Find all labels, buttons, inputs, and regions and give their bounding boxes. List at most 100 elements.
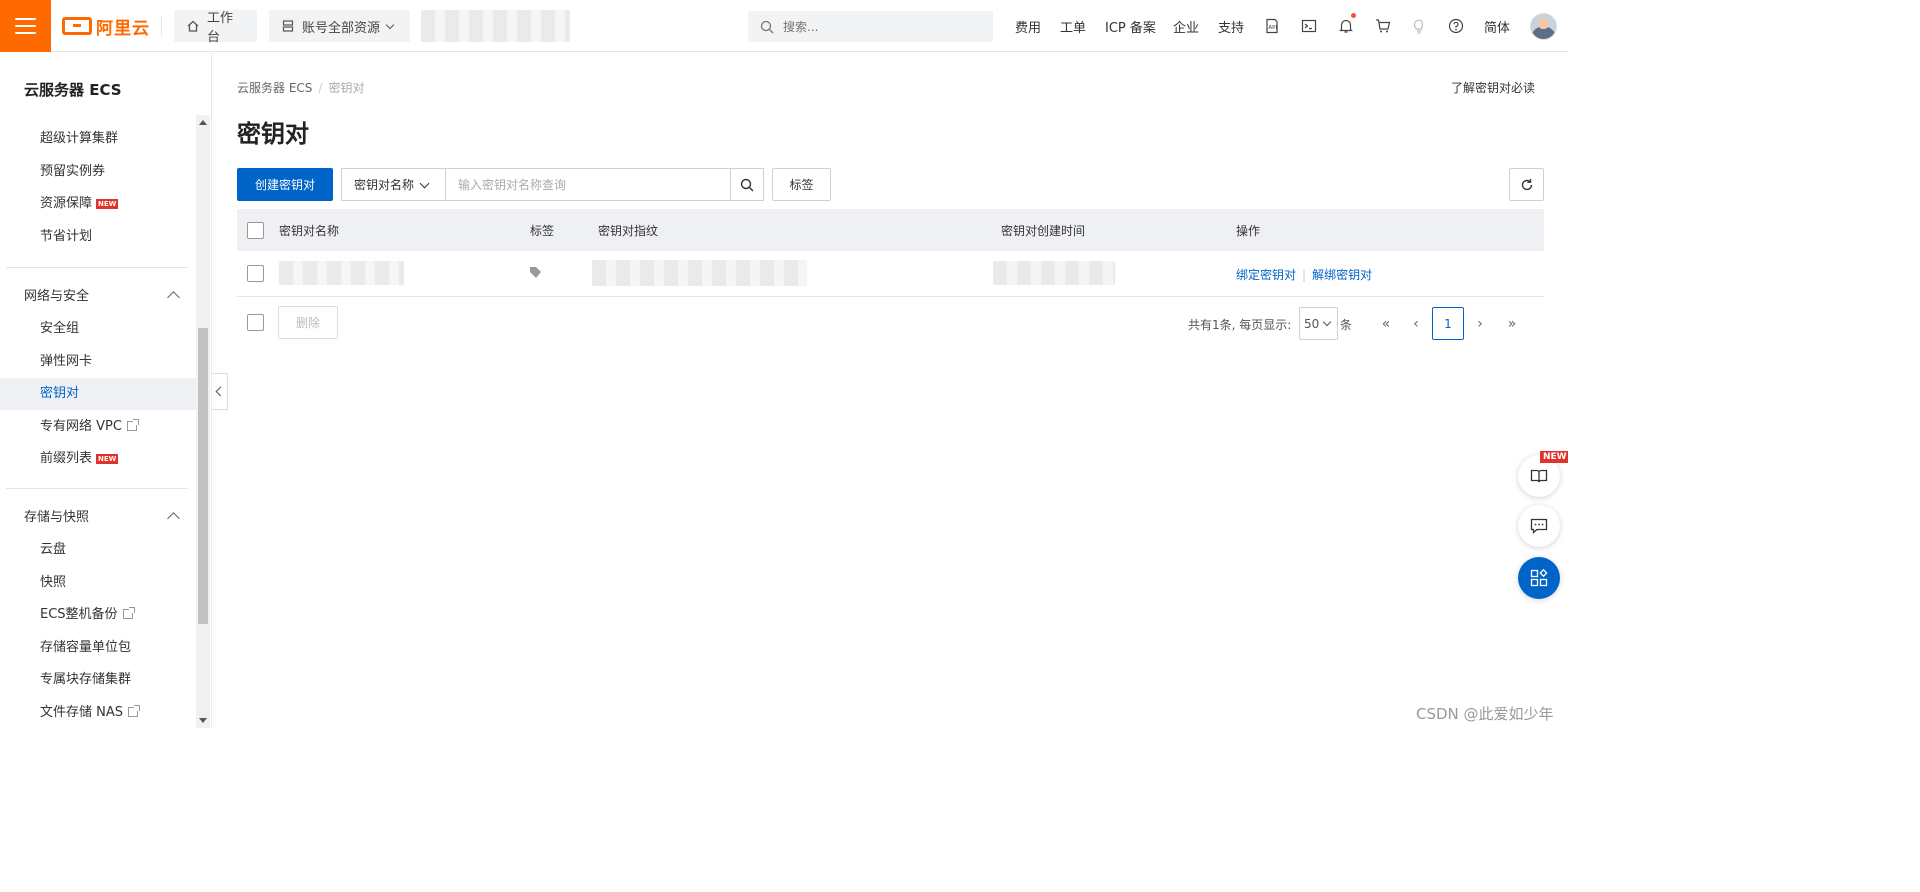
sidebar-group-storage-snapshots[interactable]: 存储与快照 bbox=[0, 502, 196, 534]
breadcrumb-ecs[interactable]: 云服务器 ECS bbox=[237, 81, 312, 95]
scroll-up-icon[interactable] bbox=[199, 120, 207, 125]
select-all-checkbox[interactable] bbox=[247, 222, 264, 239]
notification-dot bbox=[1351, 13, 1356, 18]
refresh-button[interactable] bbox=[1509, 168, 1544, 201]
redacted-account-name bbox=[421, 10, 570, 42]
external-link-icon bbox=[128, 705, 141, 717]
tag-filter-button[interactable]: 标签 bbox=[772, 168, 831, 201]
home-icon bbox=[187, 20, 199, 32]
sidebar-item-label: 快照 bbox=[40, 575, 67, 590]
footer-select-all-checkbox[interactable] bbox=[247, 314, 264, 331]
bind-key-pair-link[interactable]: 绑定密钥对 bbox=[1236, 268, 1296, 282]
bell-icon[interactable] bbox=[1337, 13, 1356, 35]
row-checkbox[interactable] bbox=[247, 265, 264, 282]
search-button[interactable] bbox=[730, 168, 764, 201]
apps-widget[interactable] bbox=[1518, 557, 1560, 599]
column-header-created-time[interactable]: 密钥对创建时间 bbox=[1001, 222, 1085, 239]
chat-widget[interactable] bbox=[1518, 505, 1560, 547]
sidebar-item-ecs-backup[interactable]: ECS整机备份 bbox=[0, 599, 196, 631]
nav-support[interactable]: 支持 bbox=[1218, 17, 1244, 36]
language-switch[interactable]: 简体 bbox=[1484, 17, 1510, 36]
terminal-icon[interactable] bbox=[1300, 17, 1318, 35]
scroll-down-icon[interactable] bbox=[199, 718, 207, 723]
sidebar-item-nas[interactable]: 文件存储 NAS bbox=[0, 697, 196, 728]
sidebar-item-dedicated-block-storage[interactable]: 专属块存储集群 bbox=[0, 664, 196, 696]
table-footer: 删除 共有1条, 每页显示: 50 条 « ‹ 1 › » bbox=[237, 306, 1544, 340]
breadcrumb: 云服务器 ECS / 密钥对 bbox=[237, 79, 364, 96]
sidebar-item-reserved-instances[interactable]: 预留实例券 bbox=[0, 156, 196, 188]
book-icon bbox=[1530, 469, 1548, 483]
sidebar-item-key-pairs[interactable]: 密钥对 bbox=[0, 378, 196, 410]
aliyun-logo[interactable]: 阿里云 bbox=[62, 14, 150, 39]
column-header-name[interactable]: 密钥对名称 bbox=[279, 222, 339, 239]
chevron-down-icon bbox=[1323, 317, 1332, 327]
unbind-key-pair-link[interactable]: 解绑密钥对 bbox=[1312, 268, 1372, 282]
chevron-down-icon bbox=[385, 20, 395, 29]
api-icon[interactable]: API bbox=[1263, 17, 1281, 35]
first-page-button[interactable]: « bbox=[1370, 307, 1402, 340]
help-icon[interactable] bbox=[1447, 17, 1465, 35]
sidebar-group-label: 网络与安全 bbox=[24, 289, 90, 304]
last-page-button[interactable]: » bbox=[1496, 307, 1528, 340]
sidebar-group-label: 存储与快照 bbox=[24, 510, 90, 525]
action-separator: | bbox=[1302, 268, 1307, 282]
watermark: CSDN @此爱如少年 bbox=[1416, 705, 1554, 723]
sidebar-item-label: ECS整机备份 bbox=[40, 607, 118, 622]
svg-text:API: API bbox=[1268, 25, 1277, 31]
nav-icp[interactable]: ICP 备案 bbox=[1105, 17, 1156, 36]
sidebar-item-label: 安全组 bbox=[40, 321, 80, 336]
sidebar-item-label: 存储容量单位包 bbox=[40, 640, 132, 655]
refresh-icon bbox=[1521, 178, 1532, 190]
external-link-icon bbox=[126, 419, 139, 431]
nav-enterprise[interactable]: 企业 bbox=[1173, 17, 1199, 36]
sidebar-item-storage-capacity-unit[interactable]: 存储容量单位包 bbox=[0, 632, 196, 664]
divider bbox=[6, 488, 188, 489]
sidebar-item-security-group[interactable]: 安全组 bbox=[0, 313, 196, 345]
sidebar-item-cloud-disk[interactable]: 云盘 bbox=[0, 534, 196, 566]
global-search[interactable] bbox=[748, 11, 993, 42]
cart-icon[interactable] bbox=[1374, 17, 1392, 35]
table-header: 密钥对名称 标签 密钥对指纹 密钥对创建时间 操作 bbox=[237, 209, 1544, 251]
current-page-button[interactable]: 1 bbox=[1432, 307, 1464, 340]
sidebar-collapse-button[interactable] bbox=[212, 373, 228, 410]
sidebar-item-prefix-list[interactable]: 前缀列表 NEW bbox=[0, 443, 196, 475]
apps-grid-icon bbox=[1530, 568, 1548, 587]
resource-selector-label: 账号全部资源 bbox=[302, 20, 381, 36]
key-pair-search-input[interactable] bbox=[445, 168, 731, 201]
sidebar-item-vpc[interactable]: 专有网络 VPC bbox=[0, 411, 196, 443]
tag-icon[interactable] bbox=[530, 267, 541, 278]
sidebar-item-resource-assurance[interactable]: 资源保障 NEW bbox=[0, 188, 196, 220]
nav-fees[interactable]: 费用 bbox=[1015, 17, 1041, 36]
sidebar: 云服务器 ECS 超级计算集群 预留实例券 资源保障 NEW 节省计划 网络与安全… bbox=[0, 53, 212, 728]
nav-tickets[interactable]: 工单 bbox=[1060, 17, 1086, 36]
search-icon bbox=[760, 20, 774, 33]
prev-page-button[interactable]: ‹ bbox=[1400, 307, 1432, 340]
create-key-pair-button[interactable]: 创建密钥对 bbox=[237, 168, 333, 201]
resource-selector[interactable]: 账号全部资源 bbox=[269, 10, 410, 42]
delete-button-label: 删除 bbox=[295, 316, 320, 330]
global-search-input[interactable] bbox=[783, 19, 973, 34]
page-size-select[interactable]: 50 bbox=[1299, 307, 1338, 340]
sidebar-group-network-security[interactable]: 网络与安全 bbox=[0, 281, 196, 313]
chevron-up-icon bbox=[167, 291, 180, 304]
next-page-button[interactable]: › bbox=[1464, 307, 1496, 340]
workbench-button[interactable]: 工作台 bbox=[174, 10, 257, 45]
menu-icon[interactable] bbox=[0, 0, 51, 52]
sidebar-item-eni[interactable]: 弹性网卡 bbox=[0, 346, 196, 378]
key-pair-guide-link[interactable]: 了解密钥对必读 bbox=[1451, 79, 1535, 96]
delete-button[interactable]: 删除 bbox=[278, 306, 338, 339]
scrollbar-thumb[interactable] bbox=[198, 328, 208, 624]
top-navbar: 阿里云 工作台 账号全部资源 费用 工单 ICP 备案 企业 支持 API bbox=[0, 0, 1568, 52]
table-row: 绑定密钥对 | 解绑密钥对 bbox=[237, 251, 1544, 297]
sidebar-item-snapshots[interactable]: 快照 bbox=[0, 567, 196, 599]
sidebar-item-supercomputing-cluster[interactable]: 超级计算集群 bbox=[0, 123, 196, 155]
lightbulb-icon[interactable] bbox=[1410, 17, 1428, 35]
breadcrumb-separator: / bbox=[318, 81, 323, 95]
redacted-created-time bbox=[993, 261, 1115, 285]
new-badge: NEW bbox=[96, 454, 119, 464]
filter-field-select[interactable]: 密钥对名称 bbox=[341, 168, 445, 201]
sidebar-scrollbar[interactable] bbox=[196, 115, 210, 728]
sidebar-item-savings-plan[interactable]: 节省计划 bbox=[0, 221, 196, 253]
aliyun-logo-text: 阿里云 bbox=[96, 18, 150, 39]
user-avatar[interactable] bbox=[1530, 13, 1557, 40]
